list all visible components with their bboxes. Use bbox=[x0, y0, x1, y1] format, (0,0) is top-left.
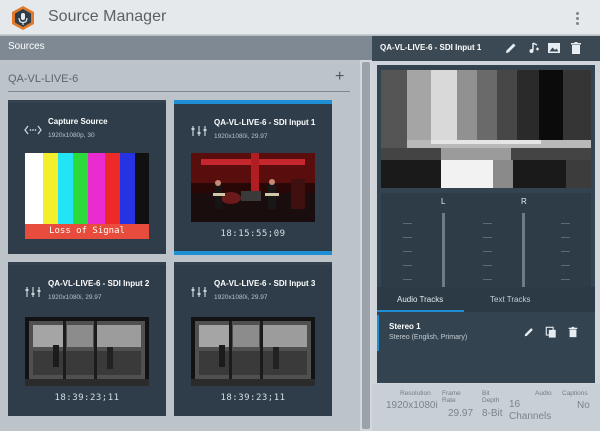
meter-tick bbox=[561, 265, 570, 266]
meter-tick bbox=[403, 223, 412, 224]
audio-channels-label: Channels bbox=[509, 411, 552, 422]
meter-tick bbox=[403, 251, 412, 252]
timecode: 18:39:23;11 bbox=[54, 393, 120, 403]
meter-tick bbox=[561, 223, 570, 224]
sources-header-label: Sources bbox=[8, 41, 45, 52]
source-detail-panel: QA-VL-LIVE-6 - SDI Input 1 L R Audio Tra… bbox=[372, 36, 600, 431]
meter-tick bbox=[403, 279, 412, 280]
test-pattern-image bbox=[381, 70, 591, 188]
sources-list: QA-VL-LIVE-6 + Capture Source 1920x1080p… bbox=[0, 60, 360, 431]
source-card-name: QA-VL-LIVE-6 - SDI Input 1 bbox=[214, 118, 316, 127]
left-level-track bbox=[442, 213, 445, 291]
source-thumbnail bbox=[191, 317, 315, 386]
bit-depth-label-2: Depth bbox=[482, 397, 500, 404]
tracks-tabs: Audio Tracks Text Tracks bbox=[377, 287, 595, 312]
delete-track-icon[interactable] bbox=[567, 326, 579, 338]
timecode: 18:15:55;09 bbox=[220, 229, 286, 239]
title-bar: Source Manager bbox=[0, 0, 600, 35]
bit-depth-label-1: Bit bbox=[482, 390, 490, 397]
edit-track-icon[interactable] bbox=[523, 326, 535, 338]
meter-tick bbox=[483, 279, 492, 280]
concert-stage-image bbox=[191, 153, 315, 222]
left-channel-label: L bbox=[441, 197, 446, 206]
group-divider bbox=[8, 91, 350, 92]
source-thumbnail: Loss of Signal bbox=[25, 153, 149, 239]
captions-value: No bbox=[577, 400, 590, 411]
sdi-icon bbox=[191, 126, 207, 136]
captions-label: Captions bbox=[562, 390, 588, 397]
audio-channels-count: 16 bbox=[509, 399, 521, 410]
sources-scrollbar[interactable] bbox=[360, 60, 372, 431]
loss-of-signal-banner: Loss of Signal bbox=[25, 224, 149, 239]
sources-header: Sources bbox=[0, 36, 372, 60]
meter-tick bbox=[561, 279, 570, 280]
source-thumbnail bbox=[25, 317, 149, 386]
color-bars-image bbox=[25, 153, 149, 224]
add-source-button[interactable]: + bbox=[335, 69, 344, 85]
source-card-format: 1920x1080i, 29.97 bbox=[214, 133, 268, 140]
video-preview bbox=[381, 70, 591, 188]
right-level-track bbox=[522, 213, 525, 291]
meter-tick bbox=[483, 237, 492, 238]
source-card-sdi-2[interactable]: QA-VL-LIVE-6 - SDI Input 2 1920x1080i, 2… bbox=[8, 262, 166, 416]
app-logo-icon bbox=[12, 6, 34, 30]
audio-label: Audio bbox=[535, 390, 552, 397]
source-group-name: QA-VL-LIVE-6 bbox=[8, 73, 79, 85]
edit-icon[interactable] bbox=[504, 41, 518, 55]
source-thumbnail bbox=[191, 153, 315, 222]
office-camera-image bbox=[191, 317, 315, 386]
audio-mapping-icon[interactable] bbox=[526, 41, 540, 55]
tab-audio-tracks[interactable]: Audio Tracks bbox=[397, 295, 443, 304]
source-card-capture[interactable]: Capture Source 1920x1080p, 30 Loss of Si… bbox=[8, 100, 166, 254]
app-title: Source Manager bbox=[48, 8, 167, 25]
frame-rate-label-2: Rate bbox=[442, 397, 456, 404]
meter-tick bbox=[403, 237, 412, 238]
track-name: Stereo 1 bbox=[389, 322, 421, 331]
meter-tick bbox=[561, 251, 570, 252]
resolution-value: 1920x1080i bbox=[386, 400, 438, 411]
detail-header: QA-VL-LIVE-6 - SDI Input 1 bbox=[372, 36, 600, 61]
active-tab-indicator bbox=[377, 310, 464, 312]
bit-depth-value: 8-Bit bbox=[482, 408, 503, 419]
source-card-name: Capture Source bbox=[48, 117, 108, 126]
source-card-name: QA-VL-LIVE-6 - SDI Input 2 bbox=[48, 279, 150, 288]
source-card-sdi-1[interactable]: QA-VL-LIVE-6 - SDI Input 1 1920x1080i, 2… bbox=[174, 100, 332, 255]
source-card-format: 1920x1080p, 30 bbox=[48, 132, 95, 139]
image-icon[interactable] bbox=[547, 41, 561, 55]
scrollbar-thumb[interactable] bbox=[362, 62, 370, 429]
source-card-format: 1920x1080i, 29.97 bbox=[48, 294, 102, 301]
meter-tick bbox=[483, 251, 492, 252]
tab-text-tracks[interactable]: Text Tracks bbox=[490, 295, 530, 304]
frame-rate-value: 29.97 bbox=[448, 408, 474, 419]
selection-indicator bbox=[174, 251, 332, 255]
preview-container: L R bbox=[377, 65, 595, 317]
signal-icon bbox=[24, 125, 42, 135]
right-channel-label: R bbox=[521, 197, 527, 206]
sdi-icon bbox=[191, 287, 207, 297]
meter-tick bbox=[483, 223, 492, 224]
source-info: Resolution 1920x1080i Frame Rate 29.97 B… bbox=[372, 384, 600, 431]
tracks-panel: Audio Tracks Text Tracks Stereo 1 Stereo… bbox=[377, 287, 595, 383]
frame-rate-label-1: Frame bbox=[442, 390, 461, 397]
more-menu-icon[interactable] bbox=[574, 12, 582, 26]
timecode: 18:39:23;11 bbox=[220, 393, 286, 403]
detail-title: QA-VL-LIVE-6 - SDI Input 1 bbox=[380, 43, 482, 52]
office-camera-image bbox=[25, 317, 149, 386]
meter-tick bbox=[403, 265, 412, 266]
source-card-sdi-3[interactable]: QA-VL-LIVE-6 - SDI Input 3 1920x1080i, 2… bbox=[174, 262, 332, 416]
sdi-icon bbox=[25, 287, 41, 297]
track-description: Stereo (English, Primary) bbox=[389, 334, 468, 341]
resolution-label: Resolution bbox=[400, 390, 431, 397]
copy-track-icon[interactable] bbox=[545, 326, 557, 338]
meter-tick bbox=[561, 237, 570, 238]
source-card-format: 1920x1080i, 29.97 bbox=[214, 294, 268, 301]
source-card-name: QA-VL-LIVE-6 - SDI Input 3 bbox=[214, 279, 316, 288]
meter-tick bbox=[483, 265, 492, 266]
audio-track-item[interactable]: Stereo 1 Stereo (English, Primary) bbox=[377, 315, 595, 351]
delete-icon[interactable] bbox=[569, 41, 583, 55]
